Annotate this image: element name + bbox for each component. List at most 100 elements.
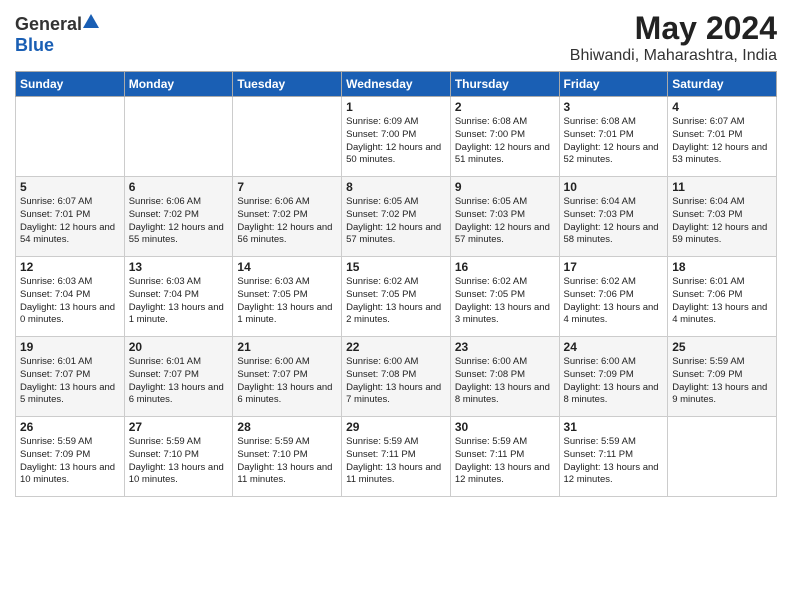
day-info: Sunrise: 6:04 AM Sunset: 7:03 PM Dayligh… bbox=[564, 196, 664, 247]
day-info: Sunrise: 5:59 AM Sunset: 7:11 PM Dayligh… bbox=[346, 436, 446, 487]
day-number: 30 bbox=[455, 420, 555, 434]
day-number: 25 bbox=[672, 340, 772, 354]
calendar-week-row: 19 Sunrise: 6:01 AM Sunset: 7:07 PM Dayli… bbox=[16, 337, 777, 417]
calendar-cell: 31 Sunrise: 5:59 AM Sunset: 7:11 PM Dayli… bbox=[559, 417, 668, 497]
calendar-cell: 17 Sunrise: 6:02 AM Sunset: 7:06 PM Dayli… bbox=[559, 257, 668, 337]
day-info: Sunrise: 6:09 AM Sunset: 7:00 PM Dayligh… bbox=[346, 116, 446, 167]
day-number: 20 bbox=[129, 340, 229, 354]
day-number: 15 bbox=[346, 260, 446, 274]
day-info: Sunrise: 6:00 AM Sunset: 7:08 PM Dayligh… bbox=[455, 356, 555, 407]
day-number: 5 bbox=[20, 180, 120, 194]
calendar-cell: 5 Sunrise: 6:07 AM Sunset: 7:01 PM Daylig… bbox=[16, 177, 125, 257]
day-number: 9 bbox=[455, 180, 555, 194]
day-number: 27 bbox=[129, 420, 229, 434]
calendar-cell bbox=[233, 97, 342, 177]
day-info: Sunrise: 5:59 AM Sunset: 7:09 PM Dayligh… bbox=[20, 436, 120, 487]
day-info: Sunrise: 6:08 AM Sunset: 7:01 PM Dayligh… bbox=[564, 116, 664, 167]
calendar-cell: 21Sunrise: 6:00 AM Sunset: 7:07 PM Dayli… bbox=[233, 337, 342, 417]
day-number: 18 bbox=[672, 260, 772, 274]
day-number: 2 bbox=[455, 100, 555, 114]
subtitle: Bhiwandi, Maharashtra, India bbox=[570, 47, 777, 65]
day-info: Sunrise: 6:01 AM Sunset: 7:07 PM Dayligh… bbox=[129, 356, 229, 407]
day-info: Sunrise: 5:59 AM Sunset: 7:10 PM Dayligh… bbox=[129, 436, 229, 487]
header: General Blue May 2024 Bhiwandi, Maharash… bbox=[15, 10, 777, 65]
weekday-header: Friday bbox=[559, 72, 668, 97]
calendar-cell: 1 Sunrise: 6:09 AM Sunset: 7:00 PM Daylig… bbox=[342, 97, 451, 177]
calendar-cell bbox=[124, 97, 233, 177]
day-number: 31 bbox=[564, 420, 664, 434]
calendar-week-row: 26 Sunrise: 5:59 AM Sunset: 7:09 PM Dayli… bbox=[16, 417, 777, 497]
logo-block: General Blue bbox=[15, 14, 99, 56]
day-info: Sunrise: 6:01 AM Sunset: 7:07 PM Dayligh… bbox=[20, 356, 120, 407]
calendar-cell: 11Sunrise: 6:04 AM Sunset: 7:03 PM Dayli… bbox=[668, 177, 777, 257]
day-number: 23 bbox=[455, 340, 555, 354]
calendar-cell: 2 Sunrise: 6:08 AM Sunset: 7:00 PM Daylig… bbox=[450, 97, 559, 177]
day-info: Sunrise: 6:01 AM Sunset: 7:06 PM Dayligh… bbox=[672, 276, 772, 327]
calendar-cell bbox=[16, 97, 125, 177]
weekday-header: Monday bbox=[124, 72, 233, 97]
calendar-cell: 3 Sunrise: 6:08 AM Sunset: 7:01 PM Daylig… bbox=[559, 97, 668, 177]
calendar-cell: 29Sunrise: 5:59 AM Sunset: 7:11 PM Dayli… bbox=[342, 417, 451, 497]
main-title: May 2024 bbox=[570, 10, 777, 47]
day-number: 19 bbox=[20, 340, 120, 354]
calendar-cell: 15 Sunrise: 6:02 AM Sunset: 7:05 PM Dayli… bbox=[342, 257, 451, 337]
logo-text: General Blue bbox=[15, 17, 99, 55]
day-number: 16 bbox=[455, 260, 555, 274]
calendar-week-row: 1 Sunrise: 6:09 AM Sunset: 7:00 PM Daylig… bbox=[16, 97, 777, 177]
calendar-cell: 7Sunrise: 6:06 AM Sunset: 7:02 PM Daylig… bbox=[233, 177, 342, 257]
day-info: Sunrise: 5:59 AM Sunset: 7:10 PM Dayligh… bbox=[237, 436, 337, 487]
day-number: 17 bbox=[564, 260, 664, 274]
day-number: 3 bbox=[564, 100, 664, 114]
weekday-header: Sunday bbox=[16, 72, 125, 97]
calendar-cell: 27 Sunrise: 5:59 AM Sunset: 7:10 PM Dayli… bbox=[124, 417, 233, 497]
day-info: Sunrise: 6:02 AM Sunset: 7:06 PM Dayligh… bbox=[564, 276, 664, 327]
calendar-cell: 24 Sunrise: 6:00 AM Sunset: 7:09 PM Dayli… bbox=[559, 337, 668, 417]
calendar-cell: 28 Sunrise: 5:59 AM Sunset: 7:10 PM Dayli… bbox=[233, 417, 342, 497]
calendar-week-row: 5 Sunrise: 6:07 AM Sunset: 7:01 PM Daylig… bbox=[16, 177, 777, 257]
day-number: 22 bbox=[346, 340, 446, 354]
calendar-cell: 18 Sunrise: 6:01 AM Sunset: 7:06 PM Dayli… bbox=[668, 257, 777, 337]
day-info: Sunrise: 6:00 AM Sunset: 7:08 PM Dayligh… bbox=[346, 356, 446, 407]
calendar-cell: 6Sunrise: 6:06 AM Sunset: 7:02 PM Daylig… bbox=[124, 177, 233, 257]
calendar-cell: 8 Sunrise: 6:05 AM Sunset: 7:02 PM Daylig… bbox=[342, 177, 451, 257]
logo-general: General bbox=[15, 14, 82, 34]
calendar-table: SundayMondayTuesdayWednesdayThursdayFrid… bbox=[15, 71, 777, 497]
day-number: 28 bbox=[237, 420, 337, 434]
day-number: 24 bbox=[564, 340, 664, 354]
day-info: Sunrise: 6:02 AM Sunset: 7:05 PM Dayligh… bbox=[346, 276, 446, 327]
day-number: 7 bbox=[237, 180, 337, 194]
calendar-cell: 25 Sunrise: 5:59 AM Sunset: 7:09 PM Dayli… bbox=[668, 337, 777, 417]
day-info: Sunrise: 6:07 AM Sunset: 7:01 PM Dayligh… bbox=[20, 196, 120, 247]
calendar-cell: 16 Sunrise: 6:02 AM Sunset: 7:05 PM Dayli… bbox=[450, 257, 559, 337]
calendar-cell: 22 Sunrise: 6:00 AM Sunset: 7:08 PM Dayli… bbox=[342, 337, 451, 417]
day-number: 14 bbox=[237, 260, 337, 274]
day-info: Sunrise: 6:03 AM Sunset: 7:04 PM Dayligh… bbox=[20, 276, 120, 327]
calendar-cell: 23 Sunrise: 6:00 AM Sunset: 7:08 PM Dayli… bbox=[450, 337, 559, 417]
day-number: 26 bbox=[20, 420, 120, 434]
day-number: 8 bbox=[346, 180, 446, 194]
day-info: Sunrise: 5:59 AM Sunset: 7:11 PM Dayligh… bbox=[564, 436, 664, 487]
day-number: 1 bbox=[346, 100, 446, 114]
calendar-cell: 30 Sunrise: 5:59 AM Sunset: 7:11 PM Dayli… bbox=[450, 417, 559, 497]
day-info: Sunrise: 6:05 AM Sunset: 7:03 PM Dayligh… bbox=[455, 196, 555, 247]
day-info: Sunrise: 6:03 AM Sunset: 7:05 PM Dayligh… bbox=[237, 276, 337, 327]
calendar-cell: 26 Sunrise: 5:59 AM Sunset: 7:09 PM Dayli… bbox=[16, 417, 125, 497]
day-info: Sunrise: 5:59 AM Sunset: 7:11 PM Dayligh… bbox=[455, 436, 555, 487]
weekday-header: Tuesday bbox=[233, 72, 342, 97]
calendar-week-row: 12 Sunrise: 6:03 AM Sunset: 7:04 PM Dayli… bbox=[16, 257, 777, 337]
day-number: 12 bbox=[20, 260, 120, 274]
day-info: Sunrise: 6:07 AM Sunset: 7:01 PM Dayligh… bbox=[672, 116, 772, 167]
calendar-cell: 9 Sunrise: 6:05 AM Sunset: 7:03 PM Daylig… bbox=[450, 177, 559, 257]
day-info: Sunrise: 6:05 AM Sunset: 7:02 PM Dayligh… bbox=[346, 196, 446, 247]
calendar-cell: 19 Sunrise: 6:01 AM Sunset: 7:07 PM Dayli… bbox=[16, 337, 125, 417]
day-info: Sunrise: 5:59 AM Sunset: 7:09 PM Dayligh… bbox=[672, 356, 772, 407]
day-number: 21 bbox=[237, 340, 337, 354]
day-info: Sunrise: 6:00 AM Sunset: 7:09 PM Dayligh… bbox=[564, 356, 664, 407]
day-number: 10 bbox=[564, 180, 664, 194]
day-info: Sunrise: 6:02 AM Sunset: 7:05 PM Dayligh… bbox=[455, 276, 555, 327]
day-number: 6 bbox=[129, 180, 229, 194]
day-info: Sunrise: 6:03 AM Sunset: 7:04 PM Dayligh… bbox=[129, 276, 229, 327]
day-info: Sunrise: 6:08 AM Sunset: 7:00 PM Dayligh… bbox=[455, 116, 555, 167]
calendar-cell: 4Sunrise: 6:07 AM Sunset: 7:01 PM Daylig… bbox=[668, 97, 777, 177]
calendar-cell bbox=[668, 417, 777, 497]
